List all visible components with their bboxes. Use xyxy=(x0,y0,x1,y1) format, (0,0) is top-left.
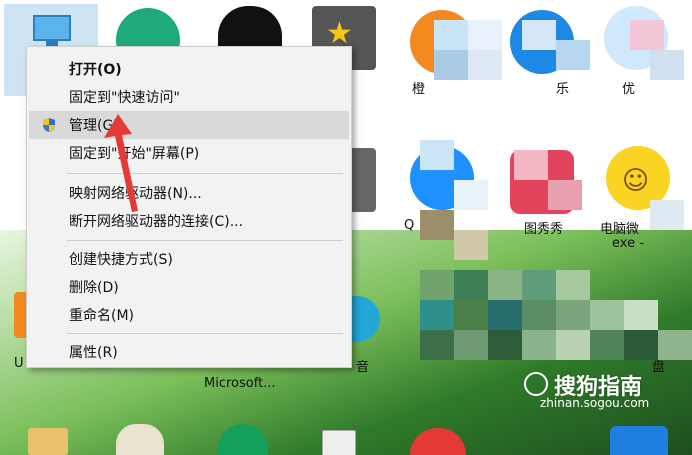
menu-item-label: 属性(R) xyxy=(69,345,118,361)
mosaic-tile xyxy=(454,330,488,360)
mosaic-tile xyxy=(590,300,624,330)
mosaic-tile xyxy=(522,330,556,360)
doc-icon[interactable] xyxy=(322,430,356,455)
folder-icon[interactable] xyxy=(28,428,68,455)
mosaic-tile xyxy=(590,330,624,360)
label-you: 优 xyxy=(622,82,636,97)
menu-item-manage[interactable]: 管理(G) xyxy=(29,111,349,139)
label-diannao: 电脑微 xyxy=(600,222,640,237)
mosaic-tile xyxy=(522,300,556,330)
flower-icon[interactable] xyxy=(116,424,164,455)
mosaic-tile xyxy=(650,200,684,230)
mosaic-tile xyxy=(488,330,522,360)
mosaic-tile xyxy=(454,180,488,210)
annotation-arrow-icon xyxy=(104,114,138,212)
menu-item-rename[interactable]: 重命名(M) xyxy=(29,301,349,329)
mosaic-tile xyxy=(548,180,582,210)
mosaic-tile xyxy=(556,40,590,70)
label-tuxiu: 图秀秀 xyxy=(524,222,564,237)
mosaic-tile xyxy=(514,150,548,180)
label-yin: 音 xyxy=(356,360,370,375)
label-q: Q xyxy=(404,218,415,233)
mosaic-tile xyxy=(420,270,454,300)
mosaic-tile xyxy=(522,20,556,50)
mosaic-tile xyxy=(556,300,590,330)
menu-item-label: 重命名(M) xyxy=(69,308,135,324)
mosaic-tile xyxy=(434,20,468,50)
label-exe: exe - xyxy=(612,236,644,251)
mosaic-tile xyxy=(650,50,684,80)
context-menu: 打开(O) 固定到"快速访问" 管理(G) 固定到"开始"屏幕(P) 映射网络驱… xyxy=(26,46,352,368)
mosaic-tile xyxy=(658,330,692,360)
mosaic-tile xyxy=(434,50,468,80)
mosaic-tile xyxy=(420,140,454,170)
mosaic-tile xyxy=(420,300,454,330)
uac-shield-icon xyxy=(43,118,55,132)
mosaic-tile xyxy=(630,20,664,50)
menu-separator xyxy=(67,333,343,334)
sogou-logo-icon xyxy=(524,372,548,396)
mosaic-tile xyxy=(454,230,488,260)
monitor-icon xyxy=(33,15,71,46)
menu-item-pin-start[interactable]: 固定到"开始"屏幕(P) xyxy=(29,139,349,167)
menu-item-delete[interactable]: 删除(D) xyxy=(29,273,349,301)
menu-item-open[interactable]: 打开(O) xyxy=(29,55,349,83)
mosaic-tile xyxy=(556,270,590,300)
mosaic-tile xyxy=(624,300,658,330)
menu-item-pin-quick-access[interactable]: 固定到"快速访问" xyxy=(29,83,349,111)
label-u: U xyxy=(14,356,24,371)
mosaic-tile xyxy=(556,330,590,360)
label-microsoft: Microsoft... xyxy=(204,376,276,391)
mosaic-tile xyxy=(468,50,502,80)
watermark-url: zhinan.sogou.com xyxy=(540,396,650,410)
mosaic-tile xyxy=(468,20,502,50)
mosaic-tile xyxy=(454,270,488,300)
mosaic-tile xyxy=(454,300,488,330)
menu-separator xyxy=(67,240,343,241)
menu-item-map-network-drive[interactable]: 映射网络驱动器(N)... xyxy=(29,179,349,207)
label-cheng: 橙 xyxy=(412,82,426,97)
mosaic-tile xyxy=(488,300,522,330)
menu-item-disconnect-network-drive[interactable]: 断开网络驱动器的连接(C)... xyxy=(29,207,349,235)
mosaic-tile xyxy=(420,330,454,360)
mosaic-tile xyxy=(420,210,454,240)
mosaic-tile xyxy=(522,270,556,300)
mosaic-tile xyxy=(488,270,522,300)
menu-item-properties[interactable]: 属性(R) xyxy=(29,338,349,366)
menu-item-label: 打开(O) xyxy=(69,62,122,78)
menu-item-label: 固定到"快速访问" xyxy=(69,90,180,106)
blue-square-icon[interactable] xyxy=(610,426,668,455)
menu-item-label: 删除(D) xyxy=(69,280,119,296)
menu-item-label: 断开网络驱动器的连接(C)... xyxy=(69,214,244,230)
menu-item-label: 创建快捷方式(S) xyxy=(69,252,173,268)
menu-item-create-shortcut[interactable]: 创建快捷方式(S) xyxy=(29,245,349,273)
mosaic-tile xyxy=(624,330,658,360)
label-le: 乐 xyxy=(556,82,570,97)
